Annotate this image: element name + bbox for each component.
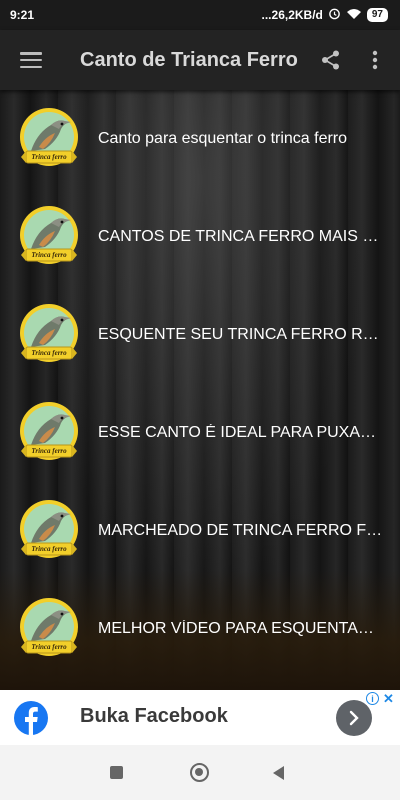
share-icon bbox=[322, 50, 339, 70]
list-item-label: MELHOR VÍDEO PARA ESQUENTAR TRINCA FERRO bbox=[98, 620, 383, 637]
status-bar: 9:21 ...26,2KB/d 97 bbox=[0, 0, 400, 30]
song-list: Trinca ferro Canto para esquentar o trin… bbox=[0, 90, 400, 690]
list-item-label: ESQUENTE SEU TRINCA FERRO RAPIDO bbox=[98, 326, 383, 343]
thumbnail-badge-label: Trinca ferro bbox=[31, 153, 67, 161]
list-item[interactable]: Trinca ferro MELHOR VÍDEO PARA ESQUENTAR… bbox=[0, 580, 400, 678]
chevron-right-icon bbox=[349, 710, 359, 726]
more-options-button[interactable] bbox=[358, 40, 392, 80]
thumbnail-badge-label: Trinca ferro bbox=[31, 643, 67, 651]
status-time: 9:21 bbox=[10, 8, 35, 22]
trinca-ferro-thumbnail: Trinca ferro bbox=[17, 401, 81, 465]
navigation-bar bbox=[0, 745, 400, 800]
facebook-logo-icon bbox=[14, 701, 48, 735]
more-vert-icon bbox=[372, 50, 378, 70]
info-icon[interactable]: i bbox=[366, 692, 379, 705]
app-bar: Canto de Trianca Ferro bbox=[0, 30, 400, 90]
list-item[interactable]: Trinca ferro CANTOS DE TRINCA FERRO MAIS… bbox=[0, 188, 400, 286]
thumbnail-badge-label: Trinca ferro bbox=[31, 447, 67, 455]
thumbnail-badge-label: Trinca ferro bbox=[31, 349, 67, 357]
trinca-ferro-thumbnail: Trinca ferro bbox=[17, 303, 81, 367]
trinca-ferro-thumbnail: Trinca ferro bbox=[17, 499, 81, 563]
wifi-icon bbox=[346, 8, 362, 23]
home-icon[interactable] bbox=[190, 763, 209, 782]
list-item-label: ESSE CANTO É IDEAL PARA PUXAR O CANTO bbox=[98, 424, 383, 441]
status-icons: ...26,2KB/d 97 bbox=[262, 7, 388, 23]
list-item-label: CANTOS DE TRINCA FERRO MAIS ESQUENTADOS bbox=[98, 228, 383, 245]
back-icon[interactable] bbox=[273, 766, 284, 780]
ad-title: Buka Facebook bbox=[80, 705, 228, 727]
close-icon[interactable]: ✕ bbox=[383, 691, 394, 707]
menu-icon bbox=[20, 52, 42, 68]
trinca-ferro-thumbnail: Trinca ferro bbox=[17, 597, 81, 661]
thumbnail-badge-label: Trinca ferro bbox=[31, 251, 67, 259]
list-item[interactable]: Trinca ferro Canto para esquentar o trin… bbox=[0, 90, 400, 188]
ad-banner[interactable]: Buka Facebook i ✕ bbox=[0, 690, 400, 745]
list-item[interactable]: Trinca ferro ESQUENTE SEU TRINCA FERRO R… bbox=[0, 286, 400, 384]
list-item[interactable]: Trinca ferro MARCHEADO DE TRINCA FERRO F… bbox=[0, 482, 400, 580]
recents-icon[interactable] bbox=[110, 766, 123, 779]
app-title: Canto de Trianca Ferro bbox=[80, 48, 298, 71]
alarm-icon bbox=[328, 7, 341, 23]
share-button[interactable] bbox=[312, 40, 350, 80]
list-item[interactable]: Trinca ferro ESSE CANTO É IDEAL PARA PUX… bbox=[0, 384, 400, 482]
list-item-label: Canto para esquentar o trinca ferro bbox=[98, 130, 348, 147]
network-speed: ...26,2KB/d bbox=[261, 8, 323, 22]
thumbnail-badge-label: Trinca ferro bbox=[31, 545, 67, 553]
menu-button[interactable] bbox=[0, 30, 62, 90]
ad-open-button[interactable] bbox=[336, 700, 372, 736]
trinca-ferro-thumbnail: Trinca ferro bbox=[17, 107, 81, 171]
trinca-ferro-thumbnail: Trinca ferro bbox=[17, 205, 81, 269]
list-item-label: MARCHEADO DE TRINCA FERRO FIBRADO bbox=[98, 522, 383, 539]
battery-icon: 97 bbox=[366, 8, 388, 22]
